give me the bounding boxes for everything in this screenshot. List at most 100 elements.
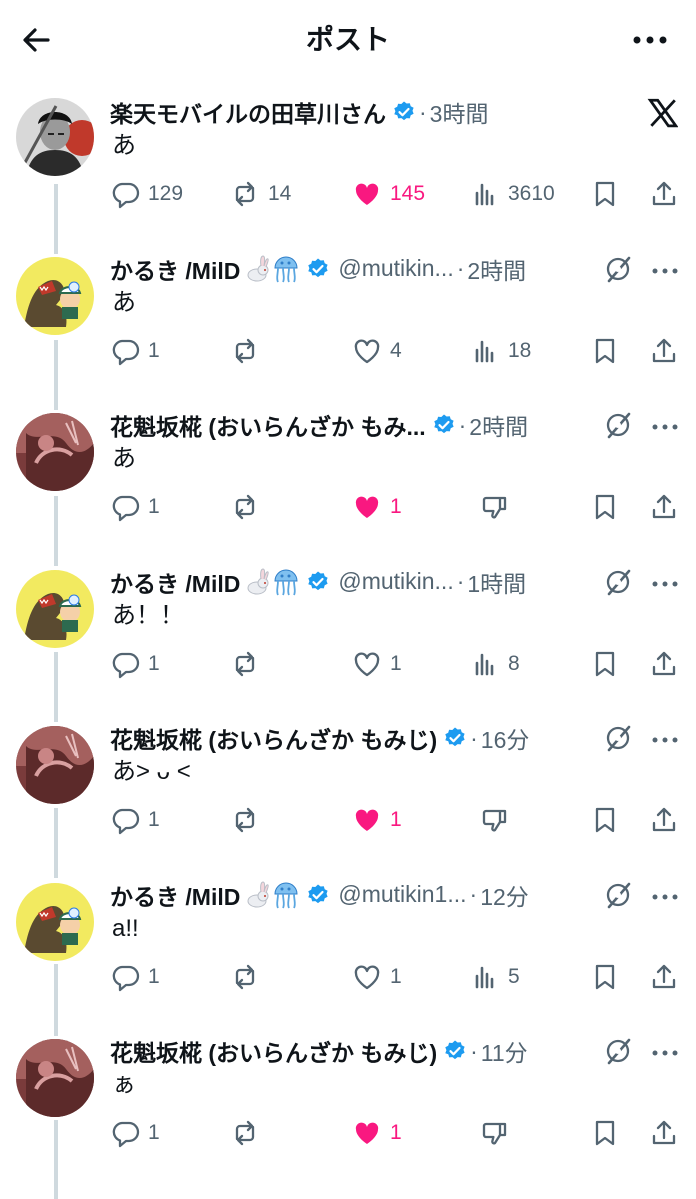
- display-name[interactable]: かるき /MilD: [110, 565, 240, 599]
- views-button[interactable]: 18: [470, 333, 531, 369]
- avatar-oirannzaka[interactable]: [16, 726, 94, 804]
- share-button[interactable]: [649, 802, 679, 838]
- like-button[interactable]: 1: [352, 1115, 402, 1151]
- like-count: 1: [390, 651, 402, 675]
- display-name[interactable]: かるき /MilD: [110, 878, 240, 912]
- more-icon[interactable]: [650, 887, 680, 907]
- grok-icon[interactable]: [603, 723, 633, 753]
- post-text: あ: [112, 288, 136, 316]
- avatar-karuki[interactable]: [16, 256, 94, 335]
- like-button[interactable]: 145: [352, 176, 425, 212]
- like-button[interactable]: 1: [352, 802, 402, 838]
- user-handle[interactable]: @mutikin...: [338, 568, 453, 595]
- bookmark-icon: [595, 651, 615, 676]
- like-button[interactable]: 4: [352, 333, 402, 369]
- avatar-karuki[interactable]: [16, 569, 94, 648]
- views-button[interactable]: 8: [470, 646, 520, 682]
- user-handle[interactable]: @mutikin...: [338, 255, 453, 282]
- dislike-button[interactable]: [480, 1115, 510, 1151]
- reply-button[interactable]: 1: [110, 959, 160, 995]
- post-time[interactable]: 2時間: [469, 408, 528, 442]
- reply-count: 1: [148, 964, 160, 988]
- bookmark-button[interactable]: [590, 176, 620, 212]
- reply-button[interactable]: 1: [110, 802, 160, 838]
- post-time[interactable]: 11分: [481, 1034, 528, 1068]
- dislike-button[interactable]: [480, 489, 510, 525]
- post[interactable]: 花魁坂椛 (おいらんざか もみじ) · 16分 あ> ᴗ <1 1: [0, 720, 696, 870]
- repost-button[interactable]: [230, 646, 268, 682]
- view-count: 8: [508, 651, 520, 675]
- grok-icon[interactable]: [603, 410, 633, 440]
- share-button[interactable]: [649, 959, 679, 995]
- more-icon[interactable]: [650, 1043, 680, 1063]
- like-button[interactable]: 1: [352, 646, 402, 682]
- share-button[interactable]: [649, 646, 679, 682]
- bookmark-button[interactable]: [590, 333, 620, 369]
- like-button[interactable]: 1: [352, 489, 402, 525]
- more-icon[interactable]: [650, 417, 680, 437]
- bookmark-button[interactable]: [590, 959, 620, 995]
- post-time[interactable]: 12分: [480, 878, 529, 912]
- bookmark-button[interactable]: [590, 1115, 620, 1151]
- display-name[interactable]: 花魁坂椛 (おいらんざか もみじ): [110, 1034, 437, 1068]
- grok-icon[interactable]: [603, 880, 633, 910]
- reply-button[interactable]: 1: [110, 489, 160, 525]
- display-name[interactable]: 楽天モバイルの田草川さん: [110, 95, 386, 129]
- more-options-icon[interactable]: [630, 24, 670, 56]
- post[interactable]: 花魁坂椛 (おいらんざか もみじ) · 11分ぁ 1 1: [0, 1033, 696, 1183]
- reply-button[interactable]: 1: [110, 646, 160, 682]
- post-time[interactable]: 16分: [481, 721, 530, 755]
- bookmark-button[interactable]: [590, 802, 620, 838]
- reply-button[interactable]: 1: [110, 1115, 160, 1151]
- repost-button[interactable]: [230, 489, 268, 525]
- avatar-tagusagawa[interactable]: [16, 98, 94, 176]
- display-name[interactable]: 花魁坂椛 (おいらんざか もみ...: [110, 408, 426, 442]
- repost-button[interactable]: [230, 1115, 268, 1151]
- like-button[interactable]: 1: [352, 959, 402, 995]
- share-icon: [652, 494, 676, 519]
- avatar-karuki[interactable]: [16, 882, 94, 961]
- post[interactable]: 花魁坂椛 (おいらんざか もみ... · 2時間あ 1 1: [0, 407, 696, 557]
- post-time[interactable]: 3時間: [430, 95, 489, 129]
- display-name[interactable]: 花魁坂椛 (おいらんざか もみじ): [110, 721, 437, 755]
- post-time[interactable]: 1時間: [467, 565, 526, 599]
- action-bar: 129 14 145 3610: [0, 176, 696, 212]
- post-text: あ: [112, 445, 136, 472]
- grok-icon[interactable]: [603, 1036, 633, 1066]
- views-button[interactable]: 5: [470, 959, 520, 995]
- reply-button[interactable]: 129: [110, 176, 183, 212]
- views-button[interactable]: 3610: [470, 176, 555, 212]
- share-button[interactable]: [649, 176, 679, 212]
- more-icon[interactable]: [650, 730, 680, 750]
- avatar-oirannzaka[interactable]: [16, 413, 94, 491]
- post[interactable]: かるき /MilD @mutikin... · 2時間あ 1 4 18: [0, 251, 696, 401]
- repost-button[interactable]: [230, 802, 268, 838]
- share-icon: [652, 807, 676, 832]
- reply-button[interactable]: 1: [110, 333, 160, 369]
- avatar-oirannzaka[interactable]: [16, 1039, 94, 1117]
- bookmark-button[interactable]: [590, 646, 620, 682]
- grok-icon[interactable]: [603, 254, 633, 284]
- repost-button[interactable]: [230, 333, 268, 369]
- user-handle[interactable]: @mutikin1...: [338, 881, 466, 908]
- post[interactable]: かるき /MilD @mutikin... · 1時間 あ！！ 1 1 8: [0, 564, 696, 714]
- share-button[interactable]: [649, 489, 679, 525]
- share-button[interactable]: [649, 333, 679, 369]
- grok-icon[interactable]: [603, 567, 633, 597]
- repost-button[interactable]: [230, 959, 268, 995]
- view-count: 18: [508, 338, 532, 362]
- rabbit-emoji-icon: [247, 254, 270, 281]
- top-bar: ポスト: [0, 0, 696, 80]
- more-icon[interactable]: [650, 261, 680, 281]
- post[interactable]: 楽天モバイルの田草川さん · 3時間あ 129 14 145 3610: [0, 94, 696, 244]
- repost-button[interactable]: 14: [230, 176, 291, 212]
- more-icon[interactable]: [650, 574, 680, 594]
- reply-icon: [112, 652, 140, 678]
- display-name[interactable]: かるき /MilD: [110, 252, 240, 286]
- dislike-button[interactable]: [480, 802, 510, 838]
- post-time[interactable]: 2時間: [467, 252, 526, 286]
- reply-count: 1: [148, 808, 160, 831]
- post[interactable]: かるき /MilD @mutikin1... · 12分 a!! 1 1 5: [0, 877, 696, 1027]
- bookmark-button[interactable]: [590, 489, 620, 525]
- share-button[interactable]: [649, 1115, 679, 1151]
